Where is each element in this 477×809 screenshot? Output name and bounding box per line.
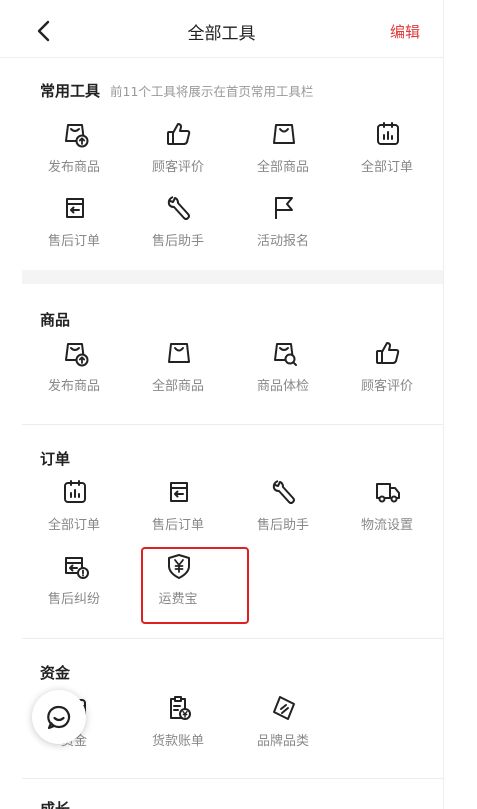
shopping-bag-icon xyxy=(270,120,298,148)
customer-service-button[interactable] xyxy=(32,690,86,744)
chat-icon xyxy=(47,705,71,730)
page-title: 全部工具 xyxy=(187,24,256,44)
tool-label: 售后助手 xyxy=(151,234,204,249)
tool-label: 物流设置 xyxy=(360,518,413,533)
flag-icon xyxy=(270,194,298,222)
truck-icon xyxy=(374,478,402,506)
shopping-bag-icon xyxy=(165,339,193,367)
tool-label: 顾客评价 xyxy=(360,379,413,394)
tool-after-sale-disputes[interactable]: 售后纠纷 xyxy=(22,552,126,616)
clipboard-chart-icon xyxy=(374,120,402,148)
tool-after-sale-orders[interactable]: 售后订单 xyxy=(22,194,126,258)
tool-all-orders[interactable]: 全部订单 xyxy=(22,478,126,542)
tool-activity-signup[interactable]: 活动报名 xyxy=(231,194,335,258)
clipboard-chart-icon xyxy=(61,478,89,506)
bill-icon xyxy=(165,694,193,722)
tool-goods-checkup[interactable]: 商品体检 xyxy=(231,339,335,403)
return-box-icon xyxy=(165,478,193,506)
divider xyxy=(22,424,443,425)
tool-label: 活动报名 xyxy=(256,234,309,249)
tool-label: 品牌品类 xyxy=(256,734,309,749)
tool-brand-category[interactable]: 品牌品类 xyxy=(231,694,335,758)
tools-screen: 全部工具 编辑 常用工具 前11个工具将展示在首页常用工具栏 发布商品 顾客评价… xyxy=(0,0,443,809)
return-box-icon xyxy=(61,194,89,222)
highlight-box xyxy=(141,547,249,624)
tool-after-sale-assistant[interactable]: 售后助手 xyxy=(231,478,335,542)
tool-payment-bill[interactable]: 货款账单 xyxy=(126,694,230,758)
tool-all-orders[interactable]: 全部订单 xyxy=(335,120,439,184)
tool-label: 发布商品 xyxy=(47,160,100,175)
section-title: 商品 xyxy=(40,311,71,329)
bag-search-icon xyxy=(270,339,298,367)
section-title-growth: 成长 xyxy=(40,800,71,809)
tool-label: 售后助手 xyxy=(256,518,309,533)
tool-label: 售后订单 xyxy=(47,234,100,249)
wrench-icon xyxy=(165,194,193,222)
tool-label: 全部订单 xyxy=(360,160,413,175)
section-title: 订单 xyxy=(40,450,71,468)
section-title: 资金 xyxy=(40,664,71,682)
section-separator xyxy=(22,270,443,284)
tool-all-goods[interactable]: 全部商品 xyxy=(231,120,335,184)
nav-bar: 全部工具 编辑 xyxy=(0,0,443,58)
tool-label: 全部商品 xyxy=(151,379,204,394)
tool-reviews[interactable]: 顾客评价 xyxy=(126,120,230,184)
tool-publish-goods[interactable]: 发布商品 xyxy=(22,120,126,184)
tag-icon xyxy=(270,694,298,722)
tool-label: 全部商品 xyxy=(256,160,309,175)
thumbs-up-icon xyxy=(374,339,402,367)
tool-label: 发布商品 xyxy=(47,379,100,394)
tool-label: 售后纠纷 xyxy=(47,592,100,607)
tool-logistics-settings[interactable]: 物流设置 xyxy=(335,478,439,542)
dispute-box-icon xyxy=(61,552,89,580)
tool-label: 全部订单 xyxy=(47,518,100,533)
tool-label: 顾客评价 xyxy=(151,160,204,175)
tool-label: 商品体检 xyxy=(256,379,309,394)
divider xyxy=(22,638,443,639)
tool-label: 售后订单 xyxy=(151,518,204,533)
divider xyxy=(22,778,443,779)
edit-button[interactable]: 编辑 xyxy=(390,21,420,42)
wrench-icon xyxy=(270,478,298,506)
background-strip xyxy=(443,0,477,809)
section-goods: 商品 发布商品 全部商品 商品体检 顾客评价 xyxy=(22,309,443,409)
tool-all-goods[interactable]: 全部商品 xyxy=(126,339,230,403)
thumbs-up-icon xyxy=(165,120,193,148)
tool-publish-goods[interactable]: 发布商品 xyxy=(22,339,126,403)
bag-upload-icon xyxy=(61,339,89,367)
section-title: 常用工具 xyxy=(40,82,101,100)
bag-upload-icon xyxy=(61,120,89,148)
tool-label: 货款账单 xyxy=(151,734,204,749)
tool-reviews[interactable]: 顾客评价 xyxy=(335,339,439,403)
tool-after-sale-assistant[interactable]: 售后助手 xyxy=(126,194,230,258)
tool-after-sale-orders[interactable]: 售后订单 xyxy=(126,478,230,542)
section-subtitle: 前11个工具将展示在首页常用工具栏 xyxy=(110,84,314,99)
section-common-tools: 常用工具 前11个工具将展示在首页常用工具栏 发布商品 顾客评价 全部商品 全部… xyxy=(22,80,443,260)
